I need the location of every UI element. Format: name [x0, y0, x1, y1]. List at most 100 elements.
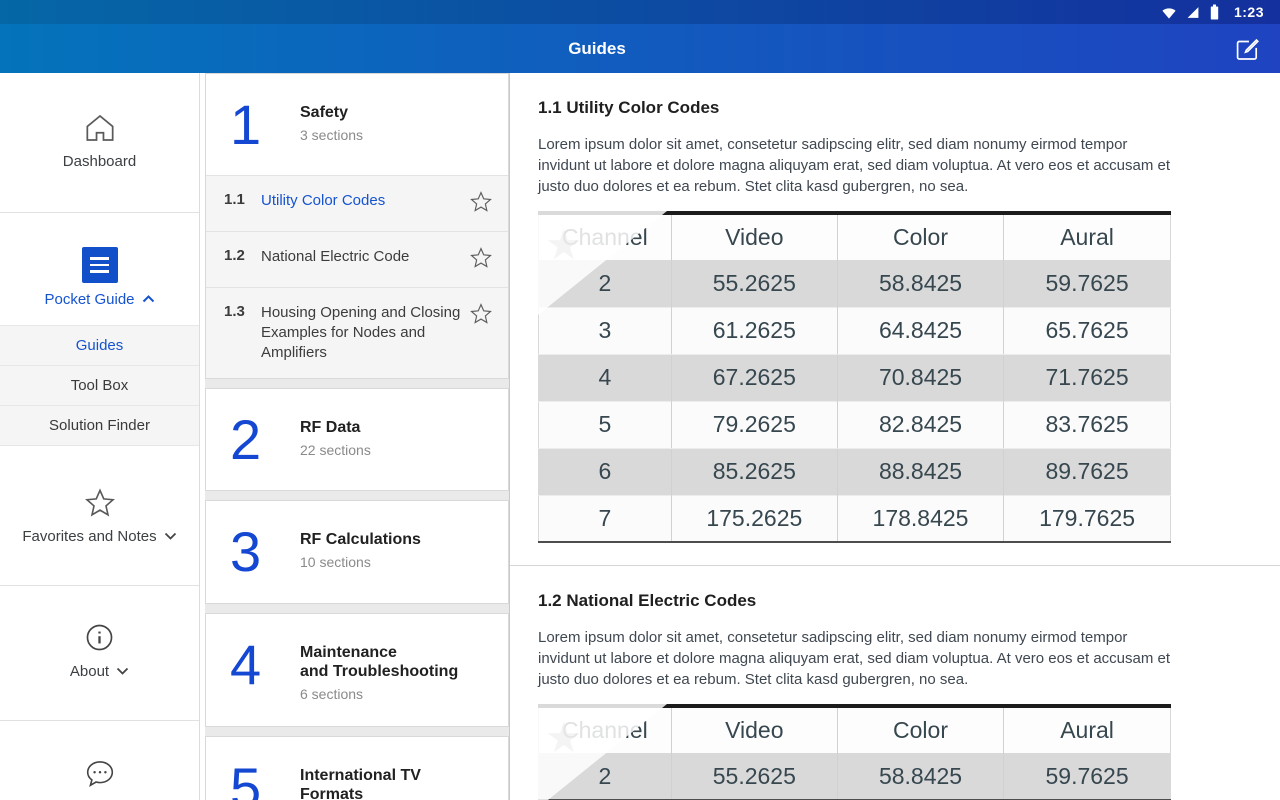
- sidebar-subnav-item-tool-box[interactable]: Tool Box: [0, 366, 199, 406]
- chapter-card[interactable]: 1 Safety 3 sections 1.1 Utility Color Co…: [205, 73, 509, 379]
- table-row: 255.262558.842559.7625: [539, 753, 1171, 800]
- table-cell: 65.7625: [1004, 307, 1171, 354]
- chapter-sections-count: 3 sections: [300, 127, 363, 143]
- chapter-list-panel: 1 Safety 3 sections 1.1 Utility Color Co…: [200, 73, 509, 800]
- table-cell: 79.2625: [671, 401, 837, 448]
- section-heading: 1.2 National Electric Codes: [538, 591, 1172, 611]
- sidebar-subnav-item-solution-finder[interactable]: Solution Finder: [0, 406, 199, 446]
- table-row: 255.262558.842559.7625: [539, 260, 1171, 307]
- chapter-card[interactable]: 3 RF Calculations 10 sections: [205, 500, 509, 603]
- table-cell: 88.8425: [837, 448, 1003, 495]
- app-bar: Guides: [0, 24, 1280, 73]
- sidebar-item-label: Dashboard: [63, 153, 136, 170]
- sidebar-item-about[interactable]: About: [0, 622, 199, 680]
- table-cell: 70.8425: [837, 354, 1003, 401]
- table-cell: 5: [539, 401, 672, 448]
- sidebar-divider: [0, 585, 199, 586]
- subsection-title: Housing Opening and Closing Examples for…: [261, 303, 470, 363]
- table-cell: 89.7625: [1004, 448, 1171, 495]
- chapter-number: 2: [230, 413, 276, 466]
- chapter-title: RF Calculations: [300, 530, 421, 549]
- sidebar-item-favorites[interactable]: Favorites and Notes: [0, 488, 199, 545]
- chapter-card[interactable]: 2 RF Data 22 sections: [205, 388, 509, 491]
- favorite-star-icon[interactable]: [470, 191, 492, 216]
- sidebar-divider: [0, 212, 199, 213]
- chapter-number: 5: [230, 761, 276, 800]
- table-cell: 58.8425: [837, 753, 1003, 800]
- section-heading: 1.1 Utility Color Codes: [538, 98, 1172, 118]
- sidebar-subnav-label: Solution Finder: [49, 417, 150, 434]
- menu-icon: [82, 247, 118, 283]
- subsection-number: 1.3: [224, 303, 261, 320]
- sidebar-subnav-label: Guides: [76, 337, 124, 354]
- table-cell: 6: [539, 448, 672, 495]
- content-area: 1.1 Utility Color Codes Lorem ipsum dolo…: [510, 73, 1280, 800]
- home-icon: [84, 113, 116, 148]
- table-row: 361.262564.842565.7625: [539, 307, 1171, 354]
- table-row: 7175.2625178.8425179.7625: [539, 495, 1171, 542]
- subsection-title: Utility Color Codes: [261, 191, 470, 211]
- chevron-down-icon: [116, 662, 129, 680]
- wifi-icon: [1161, 6, 1177, 19]
- chapter-title: RF Data: [300, 418, 371, 437]
- compose-button[interactable]: [1233, 34, 1262, 63]
- sidebar: Dashboard Pocket Guide Guides Tool Box S…: [0, 73, 200, 800]
- table-cell: 3: [539, 307, 672, 354]
- chapter-title: Maintenance and Troubleshooting: [300, 643, 458, 681]
- frequency-table: ★ ChannelVideoColorAural 255.262558.8425…: [538, 211, 1171, 543]
- favorite-star-icon[interactable]: [470, 247, 492, 272]
- feedback-icon: [84, 759, 116, 794]
- sidebar-divider: [0, 720, 199, 721]
- chapter-sections-count: 6 sections: [300, 686, 458, 702]
- table-cell: 82.8425: [837, 401, 1003, 448]
- table-cell: 61.2625: [671, 307, 837, 354]
- chapter-number: 4: [230, 638, 276, 702]
- subsection-item[interactable]: 1.1 Utility Color Codes: [206, 175, 508, 231]
- cellular-icon: [1186, 6, 1200, 19]
- chevron-down-icon: [164, 527, 177, 545]
- content-section: 1.1 Utility Color Codes Lorem ipsum dolo…: [510, 73, 1280, 565]
- subsection-title: National Electric Code: [261, 247, 470, 267]
- chapter-sections-count: 10 sections: [300, 554, 421, 570]
- main-area: Dashboard Pocket Guide Guides Tool Box S…: [0, 73, 1280, 800]
- table-header-cell: Color: [837, 706, 1003, 753]
- chapter-sections-count: 22 sections: [300, 442, 371, 458]
- chapter-title: International TV Formats: [300, 766, 421, 800]
- table-cell: 4: [539, 354, 672, 401]
- table-row: 685.262588.842589.7625: [539, 448, 1171, 495]
- table-cell: 64.8425: [837, 307, 1003, 354]
- table-header-cell: Aural: [1004, 213, 1171, 260]
- table-cell: 71.7625: [1004, 354, 1171, 401]
- table-cell: 85.2625: [671, 448, 837, 495]
- section-body: Lorem ipsum dolor sit amet, consetetur s…: [538, 134, 1172, 197]
- status-time: 1:23: [1234, 4, 1264, 20]
- table-header-cell: Video: [671, 213, 837, 260]
- chapter-title: Safety: [300, 103, 363, 122]
- app-screen: 1:23 Guides Dashboard: [0, 0, 1280, 800]
- subsection-list: 1.1 Utility Color Codes 1.2 National Ele…: [206, 175, 508, 378]
- table-cell: 178.8425: [837, 495, 1003, 542]
- page-title: Guides: [0, 24, 1194, 73]
- table-header-cell: Color: [837, 213, 1003, 260]
- chapter-card[interactable]: 4 Maintenance and Troubleshooting 6 sect…: [205, 613, 509, 727]
- sidebar-subnav-item-guides[interactable]: Guides: [0, 326, 199, 366]
- sidebar-item-dashboard[interactable]: Dashboard: [0, 113, 199, 170]
- table-row: 579.262582.842583.7625: [539, 401, 1171, 448]
- chevron-up-icon: [142, 290, 155, 308]
- sidebar-subnav: Guides Tool Box Solution Finder: [0, 325, 199, 446]
- info-icon: [84, 622, 115, 658]
- table-header-cell: Aural: [1004, 706, 1171, 753]
- subsection-item[interactable]: 1.3 Housing Opening and Closing Examples…: [206, 287, 508, 378]
- sidebar-item-label: Favorites and Notes: [22, 528, 156, 545]
- favorite-star-icon[interactable]: [470, 303, 492, 328]
- table-cell: 55.2625: [671, 260, 837, 307]
- frequency-table: ★ ChannelVideoColorAural 255.262558.8425…: [538, 704, 1171, 800]
- table-cell: 175.2625: [671, 495, 837, 542]
- chapter-card[interactable]: 5 International TV Formats 4 sections: [205, 736, 509, 800]
- sidebar-item-label: About: [70, 663, 109, 680]
- battery-icon: [1209, 4, 1220, 20]
- table-header-cell: Video: [671, 706, 837, 753]
- sidebar-item-feedback[interactable]: Feedback: [0, 759, 199, 800]
- sidebar-item-pocket-guide[interactable]: Pocket Guide: [0, 247, 199, 308]
- subsection-item[interactable]: 1.2 National Electric Code: [206, 231, 508, 287]
